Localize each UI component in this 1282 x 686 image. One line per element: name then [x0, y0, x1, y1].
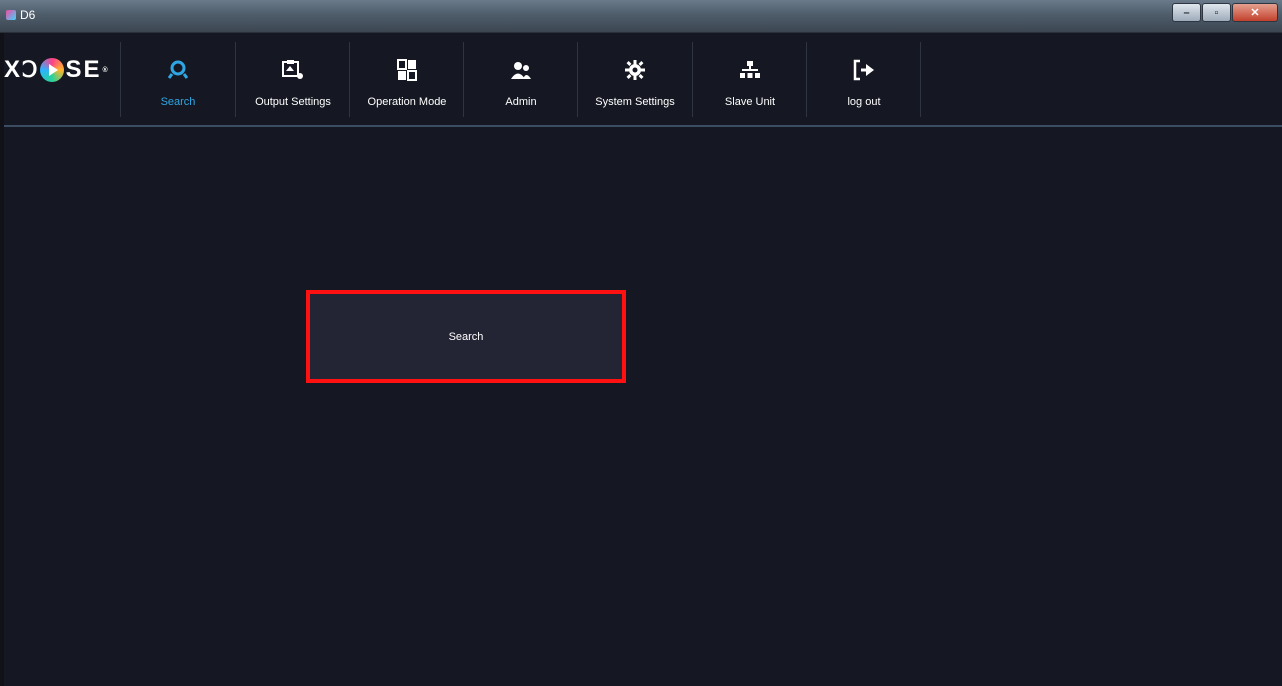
- logo-play-icon: [40, 58, 65, 82]
- network-icon: [739, 58, 761, 82]
- top-nav: X Ↄ SE ® Search Output Settings Operatio…: [4, 33, 1282, 127]
- window-title: D6: [20, 8, 36, 22]
- close-icon: ✕: [1250, 7, 1260, 19]
- nav-item-slave-unit[interactable]: Slave Unit: [693, 42, 807, 122]
- window-titlebar: D6 – ▫ ✕: [0, 0, 1282, 33]
- search-button[interactable]: Search: [306, 290, 626, 383]
- nav-item-admin[interactable]: Admin: [464, 42, 578, 122]
- nav-label-admin: Admin: [505, 96, 537, 108]
- app-frame: X Ↄ SE ® Search Output Settings Operatio…: [0, 33, 1282, 686]
- nav-label-search: Search: [160, 96, 196, 108]
- logo-bracket: Ↄ: [22, 57, 40, 82]
- logo-registered-mark: ®: [102, 66, 110, 74]
- app-icon: [6, 10, 16, 20]
- close-button[interactable]: ✕: [1232, 3, 1278, 22]
- xpose-logo: X Ↄ SE ®: [4, 55, 119, 85]
- search-icon: [167, 58, 189, 82]
- admin-icon: [509, 58, 533, 82]
- nav-item-search[interactable]: Search: [121, 42, 235, 122]
- nav-label-slave-unit: Slave Unit: [724, 96, 776, 108]
- nav-label-operation-mode: Operation Mode: [367, 96, 447, 108]
- window-controls: – ▫ ✕: [1171, 3, 1278, 22]
- maximize-icon: ▫: [1214, 6, 1219, 19]
- output-settings-icon: [281, 58, 305, 82]
- nav-item-operation-mode[interactable]: Operation Mode: [350, 42, 464, 122]
- logo-text-right: SE: [65, 56, 102, 83]
- nav-separator: [920, 42, 921, 117]
- nav-item-system-settings[interactable]: System Settings: [578, 42, 692, 122]
- logout-icon: [852, 58, 876, 82]
- operation-mode-icon: [397, 58, 417, 82]
- logo-text-left: X: [4, 56, 23, 83]
- nav-label-log-out: log out: [847, 96, 881, 108]
- search-button-label: Search: [448, 330, 484, 343]
- gear-icon: [624, 58, 646, 82]
- nav-label-output-settings: Output Settings: [255, 96, 331, 108]
- nav-item-log-out[interactable]: log out: [807, 42, 921, 122]
- maximize-button[interactable]: ▫: [1202, 3, 1231, 22]
- minimize-button[interactable]: –: [1172, 3, 1201, 22]
- nav-label-system-settings: System Settings: [595, 96, 675, 108]
- minimize-icon: –: [1183, 6, 1190, 19]
- nav-item-output-settings[interactable]: Output Settings: [236, 42, 350, 122]
